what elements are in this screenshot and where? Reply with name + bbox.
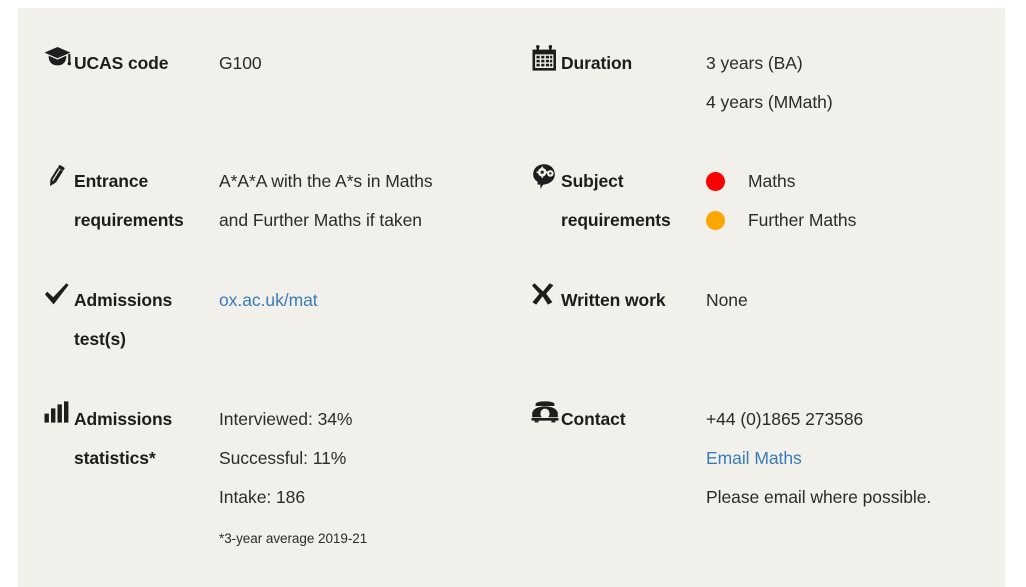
bar-chart-icon (18, 400, 74, 423)
ucas-code-value: G100 (219, 53, 262, 73)
entrance-label-line-2: requirements (74, 210, 184, 230)
fact-label-admissions-statistics: Admissions statistics* (74, 400, 219, 478)
contact-phone-number: +44 (0)1865 273586 (706, 409, 864, 429)
subject-name-maths: Maths (748, 171, 796, 191)
subject-dot-further-maths (706, 211, 725, 230)
entrance-value-2: and Further Maths if taken (219, 210, 422, 230)
admissions-test-label-line-2: test(s) (74, 329, 126, 349)
fact-label-admissions-test: Admissions test(s) (74, 281, 219, 359)
statistic-interviewed: Interviewed: 34% (219, 409, 353, 429)
written-work-value: None (706, 290, 748, 310)
admissions-statistics-label-line-1: Admissions (74, 409, 173, 429)
check-icon (18, 281, 74, 306)
admissions-test-label-line-1: Admissions (74, 290, 173, 310)
cross-icon (505, 281, 561, 306)
admissions-statistics-footnote: *3-year average 2019-21 (219, 531, 368, 546)
admissions-test-link[interactable]: ox.ac.uk/mat (219, 290, 318, 310)
statistic-successful: Successful: 11% (219, 448, 347, 468)
calendar-icon (505, 44, 561, 72)
fact-label-entrance-requirements: Entrance requirements (74, 162, 219, 240)
telephone-icon (505, 400, 561, 423)
fact-value-entrance-requirements: A*A*A with the A*s in Maths and Further … (219, 162, 433, 240)
graduation-cap-icon (18, 44, 74, 71)
fact-row-written-work: Written work None (505, 240, 992, 359)
subject-dot-maths (706, 172, 725, 191)
subject-name-further-maths: Further Maths (748, 210, 857, 230)
statistic-intake: Intake: 186 (219, 487, 306, 507)
course-facts-grid: UCAS code G100 Duration 3 years (BA) 4 y… (18, 8, 1005, 554)
entrance-label-line-1: Entrance (74, 171, 149, 191)
fact-value-admissions-statistics: Interviewed: 34% Successful: 11% Intake:… (219, 400, 367, 554)
admissions-statistics-label-line-2: statistics* (74, 448, 156, 468)
pencil-icon (18, 162, 74, 189)
subject-requirement-item: Further Maths (706, 201, 856, 240)
subject-label-line-2: requirements (561, 210, 671, 230)
fact-label-subject-requirements: Subject requirements (561, 162, 706, 240)
fact-row-contact: Contact +44 (0)1865 273586 Email Maths P… (505, 359, 992, 554)
fact-row-ucas-code: UCAS code G100 (18, 8, 505, 122)
fact-value-duration: 3 years (BA) 4 years (MMath) (706, 44, 833, 122)
fact-value-admissions-test: ox.ac.uk/mat (219, 281, 318, 320)
duration-value-2: 4 years (MMath) (706, 92, 833, 112)
subject-label-line-1: Subject (561, 171, 624, 191)
entrance-value-1: A*A*A with the A*s in Maths (219, 171, 433, 191)
fact-row-duration: Duration 3 years (BA) 4 years (MMath) (505, 8, 992, 122)
fact-value-subject-requirements: Maths Further Maths (706, 162, 856, 240)
fact-value-written-work: None (706, 281, 748, 320)
fact-label-ucas-code: UCAS code (74, 53, 169, 73)
fact-row-admissions-test: Admissions test(s) ox.ac.uk/mat (18, 240, 505, 359)
fact-label-written-work: Written work (561, 290, 666, 310)
contact-note: Please email where possible. (706, 487, 932, 507)
fact-value-contact: +44 (0)1865 273586 Email Maths Please em… (706, 400, 931, 517)
contact-email-link[interactable]: Email Maths (706, 448, 802, 468)
fact-row-subject-requirements: Subject requirements Maths Further Maths (505, 122, 992, 240)
fact-value-ucas-code: G100 (219, 44, 262, 83)
fact-label-contact: Contact (561, 409, 626, 429)
fact-row-entrance-requirements: Entrance requirements A*A*A with the A*s… (18, 122, 505, 240)
duration-value-1: 3 years (BA) (706, 53, 803, 73)
course-facts-panel: UCAS code G100 Duration 3 years (BA) 4 y… (18, 8, 1005, 587)
fact-row-admissions-statistics: Admissions statistics* Interviewed: 34% … (18, 359, 505, 554)
fact-label-duration: Duration (561, 53, 633, 73)
subject-requirement-item: Maths (706, 162, 856, 201)
head-gears-icon (505, 162, 561, 190)
